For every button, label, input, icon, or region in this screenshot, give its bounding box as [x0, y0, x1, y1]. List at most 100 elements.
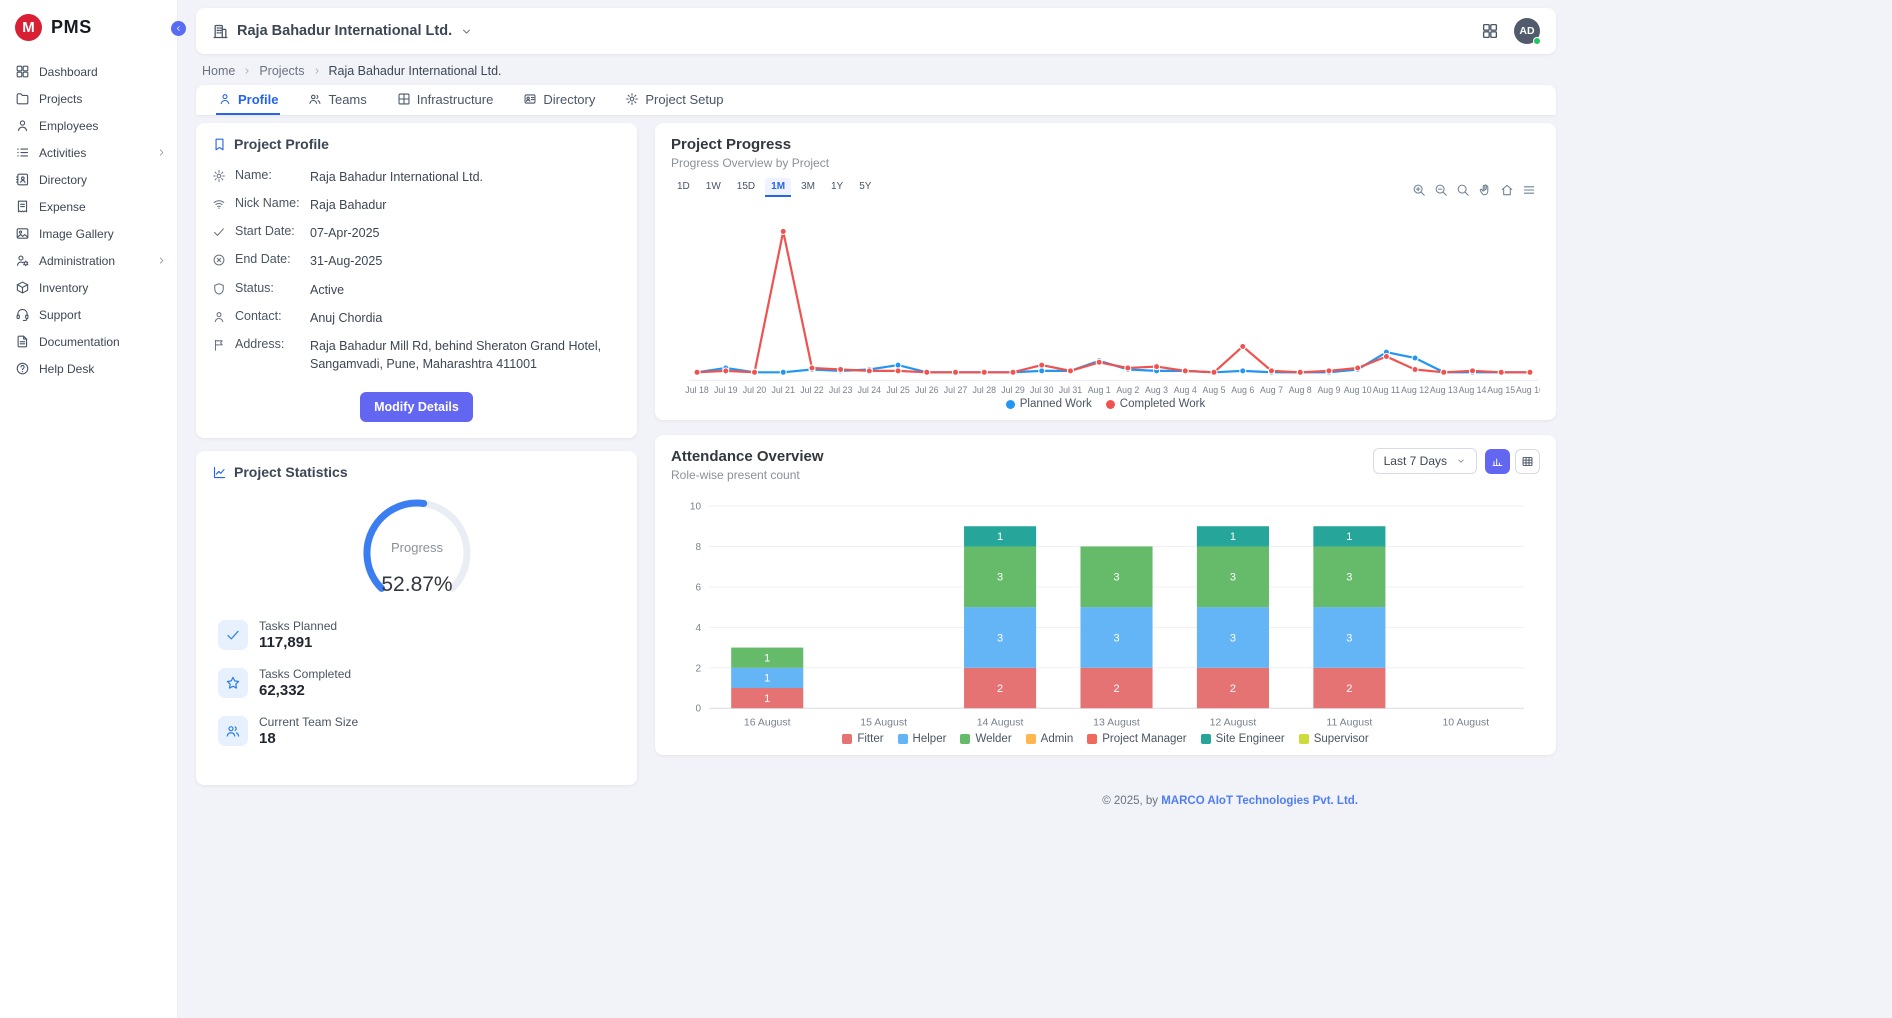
selection-zoom-icon[interactable] — [1456, 183, 1470, 197]
modify-details-button[interactable]: Modify Details — [360, 392, 473, 422]
field-value: Active — [310, 281, 621, 299]
profile-field-name: Name:Raja Bahadur International Ltd. — [212, 163, 621, 191]
sidebar-item-administration[interactable]: Administration — [0, 247, 177, 274]
legend-fitter[interactable]: Fitter — [842, 733, 883, 745]
field-value: Raja Bahadur — [310, 196, 621, 214]
sidebar-collapse-button[interactable] — [171, 21, 186, 36]
chevron-down-icon — [460, 25, 473, 38]
legend-project-manager[interactable]: Project Manager — [1087, 733, 1186, 745]
chevron-right-icon — [156, 147, 167, 158]
sidebar-item-image-gallery[interactable]: Image Gallery — [0, 220, 177, 247]
legend-label: Site Engineer — [1216, 733, 1285, 745]
sidebar-item-activities[interactable]: Activities — [0, 139, 177, 166]
zoom-out-icon[interactable] — [1434, 183, 1448, 197]
svg-text:Jul 28: Jul 28 — [973, 385, 997, 395]
footer-company-link[interactable]: MARCO AIoT Technologies Pvt. Ltd. — [1161, 795, 1358, 807]
table-view-button[interactable] — [1515, 449, 1540, 474]
sidebar-item-inventory[interactable]: Inventory — [0, 274, 177, 301]
svg-text:Jul 30: Jul 30 — [1030, 385, 1054, 395]
sidebar-item-label: Directory — [39, 173, 87, 187]
tab-profile[interactable]: Profile — [216, 85, 280, 115]
svg-text:Aug 2: Aug 2 — [1116, 385, 1139, 395]
company-selector[interactable]: Raja Bahadur International Ltd. — [212, 23, 473, 40]
user-avatar[interactable]: AD — [1514, 18, 1540, 44]
tab-bar: Profile Teams Infrastructure Directory Proje… — [196, 85, 1556, 115]
svg-text:11 August: 11 August — [1326, 716, 1372, 728]
field-label: Contact: — [235, 309, 301, 323]
legend-completed-work[interactable]: Completed Work — [1106, 398, 1205, 410]
sidebar-item-expense[interactable]: Expense — [0, 193, 177, 220]
tab-label: Profile — [238, 92, 278, 107]
date-range-select[interactable]: Last 7 Days — [1373, 448, 1477, 474]
image-gallery-icon — [15, 226, 30, 241]
logo[interactable]: M PMS — [0, 0, 177, 51]
pan-icon[interactable] — [1478, 183, 1492, 197]
administration-icon — [15, 253, 30, 268]
range-15d-button[interactable]: 15D — [731, 178, 761, 197]
range-1w-button[interactable]: 1W — [700, 178, 727, 197]
breadcrumb: Home Projects Raja Bahadur International L… — [196, 54, 1556, 85]
table-view-icon — [1521, 455, 1534, 468]
progress-line-chart[interactable]: Jul 18Jul 19Jul 20Jul 21Jul 22Jul 23Jul … — [671, 199, 1540, 395]
range-1d-button[interactable]: 1D — [671, 178, 696, 197]
tab-infrastructure[interactable]: Infrastructure — [395, 85, 496, 115]
app: M PMS DashboardProjectsEmployeesActiviti… — [0, 0, 1892, 1018]
breadcrumb-item-projects[interactable]: Projects — [259, 64, 304, 78]
menu-icon[interactable] — [1522, 183, 1536, 197]
tab-directory[interactable]: Directory — [521, 85, 597, 115]
svg-text:Aug 1: Aug 1 — [1088, 385, 1111, 395]
legend-supervisor[interactable]: Supervisor — [1299, 733, 1369, 745]
tab-teams[interactable]: Teams — [306, 85, 368, 115]
sidebar-item-directory[interactable]: Directory — [0, 166, 177, 193]
stat-value: 18 — [259, 730, 358, 747]
svg-text:Jul 20: Jul 20 — [743, 385, 767, 395]
sidebar-item-help-desk[interactable]: Help Desk — [0, 355, 177, 382]
svg-text:Jul 24: Jul 24 — [858, 385, 882, 395]
legend-helper[interactable]: Helper — [898, 733, 947, 745]
sidebar-item-employees[interactable]: Employees — [0, 112, 177, 139]
tab-label: Teams — [328, 92, 366, 107]
tab-project-setup[interactable]: Project Setup — [623, 85, 725, 115]
breadcrumb-item-home[interactable]: Home — [202, 64, 235, 78]
zoom-in-icon[interactable] — [1412, 183, 1426, 197]
inventory-icon — [15, 280, 30, 295]
field-label: End Date: — [235, 252, 301, 266]
person-icon — [218, 92, 232, 106]
logo-icon: M — [15, 14, 42, 41]
legend-planned-work[interactable]: Planned Work — [1006, 398, 1092, 410]
legend-admin[interactable]: Admin — [1026, 733, 1074, 745]
apps-grid-icon[interactable] — [1481, 22, 1499, 40]
chevron-right-icon — [312, 66, 322, 76]
attendance-bar-chart[interactable]: 024681011116 August15 August233114 Augus… — [671, 492, 1540, 730]
range-1m-button[interactable]: 1M — [765, 178, 791, 197]
chart-line-icon — [212, 465, 227, 480]
employees-icon — [15, 118, 30, 133]
range-selector: 1D1W15D1M3M1Y5Y — [671, 178, 877, 197]
profile-field-contact: Contact:Anuj Chordia — [212, 304, 621, 332]
chart-view-button[interactable] — [1485, 449, 1510, 474]
svg-text:Aug 4: Aug 4 — [1174, 385, 1197, 395]
chevron-right-icon — [242, 66, 252, 76]
stat-tasks-planned: Tasks Planned117,891 — [212, 611, 621, 659]
sidebar-item-support[interactable]: Support — [0, 301, 177, 328]
range-3m-button[interactable]: 3M — [795, 178, 821, 197]
legend-welder[interactable]: Welder — [960, 733, 1011, 745]
svg-text:Jul 21: Jul 21 — [771, 385, 795, 395]
sidebar-item-dashboard[interactable]: Dashboard — [0, 58, 177, 85]
stat-label: Current Team Size — [259, 715, 358, 729]
range-5y-button[interactable]: 5Y — [853, 178, 877, 197]
x-circle-icon — [212, 253, 226, 267]
chart-controls: 1D1W15D1M3M1Y5Y — [671, 178, 1540, 197]
svg-text:Aug 3: Aug 3 — [1145, 385, 1168, 395]
flag-icon — [212, 338, 226, 352]
legend-label: Fitter — [857, 733, 883, 745]
legend-swatch — [1026, 734, 1036, 744]
home-icon[interactable] — [1500, 183, 1514, 197]
card-title-row: Project Statistics — [212, 464, 621, 480]
sidebar-item-projects[interactable]: Projects — [0, 85, 177, 112]
legend-site-engineer[interactable]: Site Engineer — [1201, 733, 1285, 745]
breadcrumb-item-raja-bahadur-international-ltd: Raja Bahadur International Ltd. — [329, 64, 502, 78]
range-1y-button[interactable]: 1Y — [825, 178, 849, 197]
sidebar-item-documentation[interactable]: Documentation — [0, 328, 177, 355]
svg-text:Aug 9: Aug 9 — [1317, 385, 1340, 395]
